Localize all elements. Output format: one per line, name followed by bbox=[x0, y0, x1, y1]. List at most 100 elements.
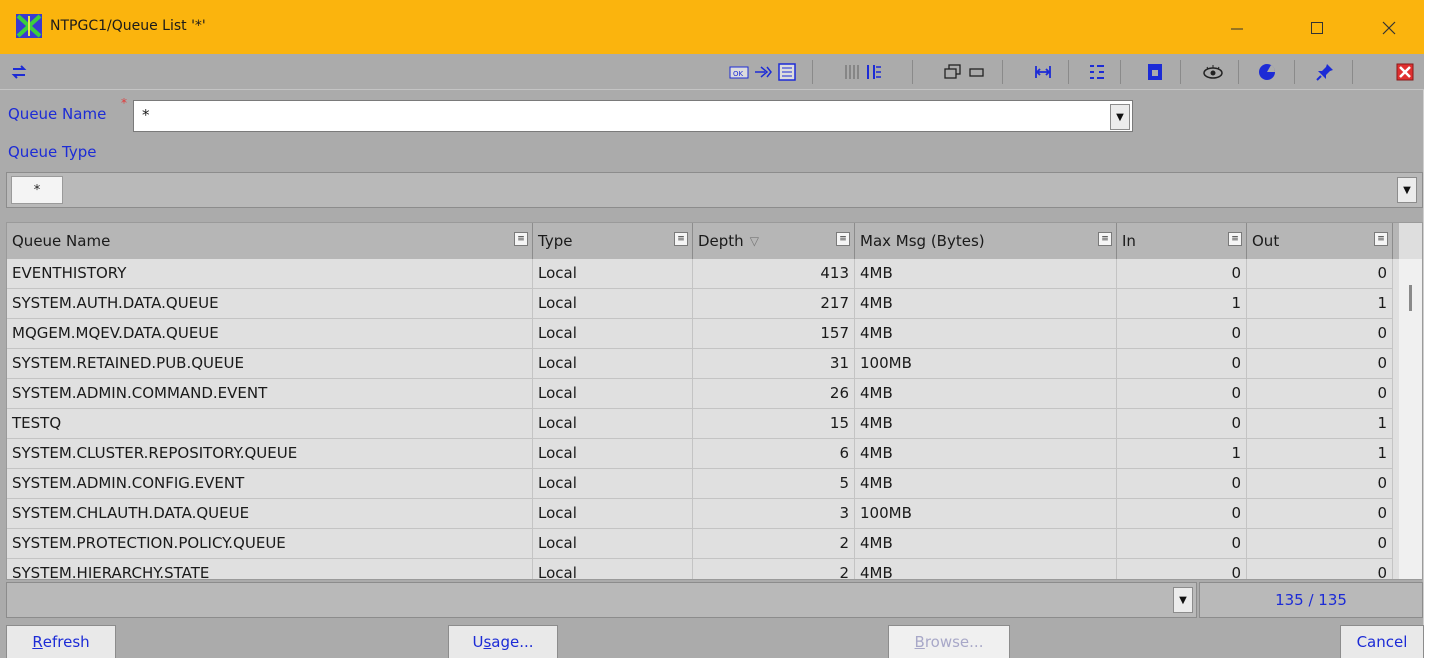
table-row[interactable]: SYSTEM.HIERARCHY.STATE Local 2 4MB 0 0 bbox=[7, 559, 1399, 579]
svg-text:OK: OK bbox=[733, 70, 744, 78]
column-header-max-msg[interactable]: Max Msg (Bytes) ≡ bbox=[855, 223, 1117, 259]
column-header-in[interactable]: In ≡ bbox=[1117, 223, 1247, 259]
table-row[interactable]: TESTQ Local 15 4MB 0 1 bbox=[7, 409, 1399, 439]
cell-out: 0 bbox=[1247, 469, 1393, 499]
close-icon[interactable] bbox=[1366, 10, 1412, 46]
queue-type-selector[interactable]: * ▼ bbox=[6, 172, 1423, 208]
usage-button[interactable]: Us age... bbox=[448, 625, 558, 658]
column-header-out[interactable]: Out ≡ bbox=[1247, 223, 1393, 259]
exit-icon[interactable] bbox=[1394, 59, 1416, 85]
cell-depth: 2 bbox=[693, 559, 855, 579]
queue-type-chip[interactable]: * bbox=[11, 176, 63, 204]
column-options-icon[interactable]: ≡ bbox=[1098, 232, 1112, 246]
table-row[interactable]: EVENTHISTORY Local 413 4MB 0 0 bbox=[7, 259, 1399, 289]
vertical-scrollbar[interactable] bbox=[1399, 259, 1422, 579]
column-options-icon[interactable]: ≡ bbox=[836, 232, 850, 246]
queue-name-dropdown-button[interactable]: ▼ bbox=[1110, 104, 1130, 130]
fit-width-icon[interactable] bbox=[1032, 59, 1054, 85]
table-row[interactable]: SYSTEM.PROTECTION.POLICY.QUEUE Local 2 4MB 0… bbox=[7, 529, 1399, 559]
cell-type: Local bbox=[533, 349, 693, 379]
cell-depth: 217 bbox=[693, 289, 855, 319]
cell-max-msg: 4MB bbox=[855, 319, 1117, 349]
column-header-depth[interactable]: Depth ▽ ≡ bbox=[693, 223, 855, 259]
pie-chart-icon[interactable] bbox=[1256, 59, 1278, 85]
columns-icon[interactable] bbox=[842, 59, 862, 85]
scrollbar-thumb[interactable] bbox=[1409, 285, 1412, 311]
eye-icon[interactable] bbox=[1200, 59, 1226, 85]
cell-type: Local bbox=[533, 499, 693, 529]
queue-name-input[interactable]: * bbox=[133, 100, 1133, 132]
title-bar[interactable]: NTPGC1/Queue List '*' bbox=[0, 0, 1424, 54]
cell-out: 0 bbox=[1247, 349, 1393, 379]
cell-depth: 157 bbox=[693, 319, 855, 349]
table-row[interactable]: SYSTEM.CHLAUTH.DATA.QUEUE Local 3 100MB 0 0 bbox=[7, 499, 1399, 529]
cell-in: 0 bbox=[1117, 529, 1247, 559]
refresh-button[interactable]: Refresh bbox=[6, 625, 116, 658]
pin-icon[interactable] bbox=[1314, 59, 1336, 85]
column-header-label: Depth bbox=[698, 232, 744, 250]
cell-out: 0 bbox=[1247, 499, 1393, 529]
column-options-icon[interactable]: ≡ bbox=[1374, 232, 1388, 246]
cell-max-msg: 4MB bbox=[855, 559, 1117, 579]
cell-queue-name: SYSTEM.PROTECTION.POLICY.QUEUE bbox=[7, 529, 533, 559]
browse-button[interactable]: Browse... bbox=[888, 625, 1010, 658]
cell-max-msg: 4MB bbox=[855, 409, 1117, 439]
column-options-icon[interactable]: ≡ bbox=[514, 232, 528, 246]
cell-depth: 15 bbox=[693, 409, 855, 439]
list-view-icon[interactable] bbox=[776, 59, 798, 85]
column-header-label: Out bbox=[1252, 232, 1280, 250]
cell-depth: 5 bbox=[693, 469, 855, 499]
cell-type: Local bbox=[533, 379, 693, 409]
cell-type: Local bbox=[533, 529, 693, 559]
cell-depth: 26 bbox=[693, 379, 855, 409]
table-row[interactable]: SYSTEM.CLUSTER.REPOSITORY.QUEUE Local 6 4MB… bbox=[7, 439, 1399, 469]
column-header-label: Queue Name bbox=[12, 232, 111, 250]
cell-type: Local bbox=[533, 259, 693, 289]
footer-combo[interactable]: ▼ bbox=[6, 582, 1197, 618]
queue-list-window: NTPGC1/Queue List '*' OK Queue Name * * … bbox=[0, 0, 1424, 658]
cell-queue-name: MQGEM.MQEV.DATA.QUEUE bbox=[7, 319, 533, 349]
table-row[interactable]: MQGEM.MQEV.DATA.QUEUE Local 157 4MB 0 0 bbox=[7, 319, 1399, 349]
toolbar-separator bbox=[1180, 60, 1181, 84]
queue-type-label: Queue Type bbox=[8, 143, 97, 161]
table-row[interactable]: SYSTEM.ADMIN.COMMAND.EVENT Local 26 4MB 0 0 bbox=[7, 379, 1399, 409]
refresh-arrows-icon[interactable] bbox=[8, 59, 30, 85]
cell-max-msg: 4MB bbox=[855, 529, 1117, 559]
fields-icon[interactable] bbox=[862, 59, 884, 85]
cell-out: 0 bbox=[1247, 259, 1393, 289]
window-icon[interactable] bbox=[942, 59, 964, 85]
cell-type: Local bbox=[533, 409, 693, 439]
lock-icon[interactable] bbox=[1144, 59, 1166, 85]
footer-dropdown-button[interactable]: ▼ bbox=[1173, 587, 1193, 613]
flow-icon[interactable] bbox=[752, 59, 774, 85]
column-options-icon[interactable]: ≡ bbox=[1228, 232, 1242, 246]
cell-out: 0 bbox=[1247, 379, 1393, 409]
sort-descending-icon: ▽ bbox=[749, 234, 759, 248]
table-row[interactable]: SYSTEM.AUTH.DATA.QUEUE Local 217 4MB 1 1 bbox=[7, 289, 1399, 319]
column-header-label: Max Msg (Bytes) bbox=[860, 232, 985, 250]
cell-out: 1 bbox=[1247, 439, 1393, 469]
cell-out: 0 bbox=[1247, 559, 1393, 579]
cancel-button[interactable]: Cancel bbox=[1340, 625, 1424, 658]
table-row[interactable]: SYSTEM.RETAINED.PUB.QUEUE Local 31 100MB 0 0 bbox=[7, 349, 1399, 379]
maximize-icon[interactable] bbox=[1294, 10, 1340, 46]
tree-list-icon[interactable] bbox=[1086, 59, 1108, 85]
toolbar: OK bbox=[0, 54, 1424, 90]
minimize-icon[interactable] bbox=[1214, 10, 1260, 46]
cell-in: 0 bbox=[1117, 319, 1247, 349]
ok-button-icon[interactable]: OK bbox=[728, 59, 750, 85]
cell-max-msg: 4MB bbox=[855, 469, 1117, 499]
toolbar-separator bbox=[812, 60, 813, 84]
queue-table: Queue Name ≡ Type ≡ Depth ▽ ≡ Max Msg (B… bbox=[6, 222, 1423, 580]
column-header-label: Type bbox=[538, 232, 573, 250]
column-options-icon[interactable]: ≡ bbox=[674, 232, 688, 246]
queue-type-dropdown-button[interactable]: ▼ bbox=[1397, 177, 1417, 203]
bar-icon[interactable] bbox=[966, 59, 988, 85]
cell-in: 1 bbox=[1117, 289, 1247, 319]
table-row[interactable]: SYSTEM.ADMIN.CONFIG.EVENT Local 5 4MB 0 0 bbox=[7, 469, 1399, 499]
queue-name-value: * bbox=[142, 106, 150, 124]
column-header-label: In bbox=[1122, 232, 1136, 250]
cell-queue-name: SYSTEM.CHLAUTH.DATA.QUEUE bbox=[7, 499, 533, 529]
column-header-queue-name[interactable]: Queue Name ≡ bbox=[7, 223, 533, 259]
column-header-type[interactable]: Type ≡ bbox=[533, 223, 693, 259]
